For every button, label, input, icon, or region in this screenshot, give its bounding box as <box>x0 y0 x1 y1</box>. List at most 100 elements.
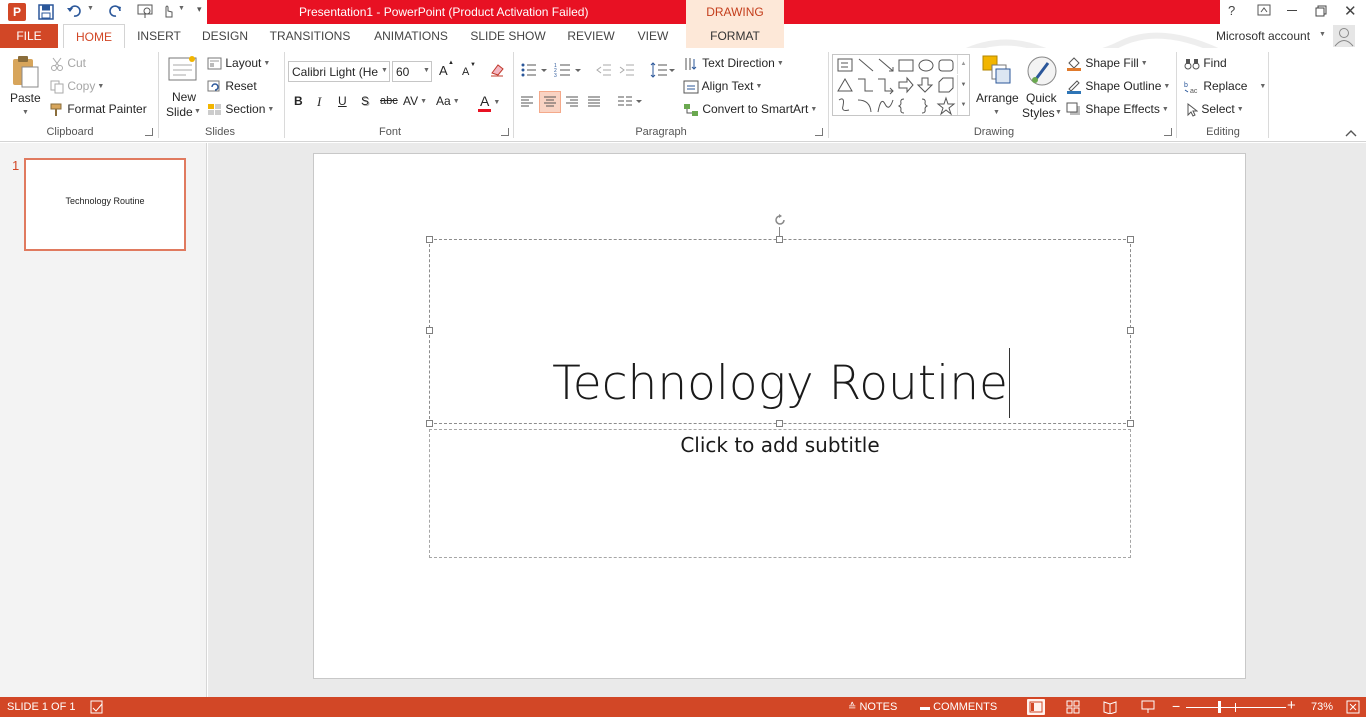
text-shadow-button[interactable]: S <box>361 94 369 108</box>
decrease-indent-icon[interactable] <box>596 63 612 77</box>
tab-format[interactable]: FORMAT <box>686 24 784 48</box>
tab-transitions[interactable]: TRANSITIONS <box>264 24 356 48</box>
numbering-icon[interactable]: 123 <box>554 62 582 79</box>
slide-show-view-icon[interactable] <box>1141 700 1155 714</box>
resize-handle[interactable] <box>1127 236 1134 243</box>
resize-handle[interactable] <box>776 420 783 427</box>
gallery-more-icon[interactable]: ▼ <box>957 95 969 115</box>
zoom-level[interactable]: 73% <box>1311 701 1333 713</box>
find-button[interactable]: Find <box>1184 56 1227 71</box>
resize-handle[interactable] <box>1127 420 1134 427</box>
font-name-dropdown[interactable]: Calibri Light (He ▼ <box>288 61 390 82</box>
arrange-button[interactable]: Arrange ▼ <box>974 55 1020 119</box>
shape-fill-button[interactable]: Shape Fill ▼ <box>1066 56 1148 72</box>
account-dropdown-icon[interactable]: ▼ <box>1319 31 1326 38</box>
change-case-button[interactable]: Aa ▼ <box>436 94 460 108</box>
gallery-scroll-down-icon[interactable]: ▼ <box>957 75 969 95</box>
subtitle-placeholder[interactable]: Click to add subtitle <box>429 429 1131 558</box>
account-name[interactable]: Microsoft account <box>1216 29 1310 43</box>
tab-slide-show[interactable]: SLIDE SHOW <box>466 24 550 48</box>
text-direction-button[interactable]: Text Direction ▼ <box>683 56 784 71</box>
normal-view-button[interactable] <box>1027 699 1045 715</box>
copy-button[interactable]: Copy ▼ <box>50 79 104 94</box>
section-button[interactable]: Section ▼ <box>207 102 274 116</box>
align-text-button[interactable]: Align Text ▼ <box>683 79 762 94</box>
resize-handle[interactable] <box>426 327 433 334</box>
align-center-icon[interactable] <box>539 91 561 113</box>
font-size-dropdown[interactable]: 60 ▼ <box>392 61 432 82</box>
font-color-button[interactable]: A ▼ <box>478 93 500 112</box>
increase-indent-icon[interactable] <box>619 63 635 77</box>
undo-icon[interactable] <box>66 3 82 19</box>
tab-review[interactable]: REVIEW <box>561 24 621 48</box>
line-spacing-icon[interactable] <box>650 62 676 78</box>
cut-button[interactable]: Cut <box>50 56 86 71</box>
resize-handle[interactable] <box>426 420 433 427</box>
minimize-icon[interactable] <box>1287 10 1297 11</box>
close-icon[interactable]: ✕ <box>1344 2 1357 20</box>
character-spacing-button[interactable]: AV ▼ <box>403 94 427 108</box>
zoom-slider-thumb[interactable] <box>1218 701 1221 713</box>
reading-view-icon[interactable] <box>1103 700 1117 715</box>
convert-to-smartart-button[interactable]: Convert to SmartArt ▼ <box>683 102 817 117</box>
italic-button[interactable]: I <box>317 94 321 110</box>
title-placeholder[interactable]: Technology Routine <box>429 239 1131 424</box>
slide-thumbnail[interactable]: Technology Routine <box>24 158 186 251</box>
layout-button[interactable]: Layout ▼ <box>207 56 270 70</box>
replace-button[interactable]: b ac Replace ▼ <box>1184 79 1266 94</box>
gallery-scroll-up-icon[interactable]: ▲ <box>957 55 969 74</box>
save-icon[interactable] <box>38 4 54 20</box>
clear-formatting-icon[interactable] <box>489 62 505 78</box>
tab-file[interactable]: FILE <box>0 24 58 48</box>
resize-handle[interactable] <box>1127 327 1134 334</box>
help-button[interactable]: ? <box>1228 3 1235 18</box>
resize-handle[interactable] <box>776 236 783 243</box>
clipboard-dialog-launcher-icon[interactable] <box>145 128 153 136</box>
new-slide-button[interactable]: New Slide ▼ <box>164 55 202 121</box>
align-left-icon[interactable] <box>520 95 534 109</box>
shape-outline-button[interactable]: Shape Outline ▼ <box>1066 79 1170 95</box>
tab-animations[interactable]: ANIMATIONS <box>365 24 457 48</box>
redo-icon[interactable] <box>108 3 124 19</box>
tab-design[interactable]: DESIGN <box>196 24 254 48</box>
paste-button[interactable]: Paste ▼ <box>6 55 44 119</box>
format-painter-button[interactable]: Format Painter <box>50 102 147 117</box>
bold-button[interactable]: B <box>294 94 303 108</box>
ribbon-display-options-icon[interactable] <box>1257 3 1271 17</box>
restore-icon[interactable] <box>1315 5 1327 17</box>
select-button[interactable]: Select ▼ <box>1186 102 1244 117</box>
zoom-in-button[interactable]: + <box>1287 697 1296 714</box>
slide-sorter-view-icon[interactable] <box>1066 700 1080 714</box>
paragraph-dialog-launcher-icon[interactable] <box>815 128 823 136</box>
grow-font-button[interactable]: A <box>439 63 448 78</box>
fit-slide-icon[interactable] <box>1346 700 1360 714</box>
justify-icon[interactable] <box>587 95 601 109</box>
collapse-ribbon-icon[interactable] <box>1345 127 1357 137</box>
touch-mode-icon[interactable] <box>160 3 176 19</box>
shape-effects-button[interactable]: Shape Effects ▼ <box>1066 102 1169 117</box>
quick-styles-button[interactable]: Quick Styles ▼ <box>1022 55 1062 121</box>
spell-check-icon[interactable] <box>90 700 104 714</box>
present-from-start-icon[interactable] <box>137 3 155 19</box>
tab-insert[interactable]: INSERT <box>131 24 187 48</box>
bullets-icon[interactable] <box>520 62 548 78</box>
zoom-slider-track[interactable] <box>1186 707 1286 708</box>
reset-button[interactable]: Reset <box>207 79 257 93</box>
font-dialog-launcher-icon[interactable] <box>501 128 509 136</box>
align-right-icon[interactable] <box>565 95 579 109</box>
undo-dropdown-icon[interactable]: ▼ <box>87 5 94 12</box>
resize-handle[interactable] <box>426 236 433 243</box>
customize-qat-icon[interactable]: ▾ <box>197 4 202 15</box>
zoom-out-button[interactable]: − <box>1172 698 1180 714</box>
notes-button[interactable]: ≙ NOTES <box>848 701 897 713</box>
tab-home[interactable]: HOME <box>63 24 125 49</box>
avatar[interactable] <box>1333 25 1355 47</box>
rotate-handle-icon[interactable] <box>773 213 787 227</box>
drawing-dialog-launcher-icon[interactable] <box>1164 128 1172 136</box>
shrink-font-button[interactable]: A <box>462 66 469 78</box>
shapes-gallery[interactable]: ▲ ▼ ▼ <box>832 54 970 116</box>
touch-mode-dropdown-icon[interactable]: ▼ <box>178 5 185 12</box>
comments-button[interactable]: ▬ COMMENTS <box>920 701 997 713</box>
underline-button[interactable]: U <box>338 94 347 108</box>
strikethrough-button[interactable]: abc <box>380 95 398 107</box>
